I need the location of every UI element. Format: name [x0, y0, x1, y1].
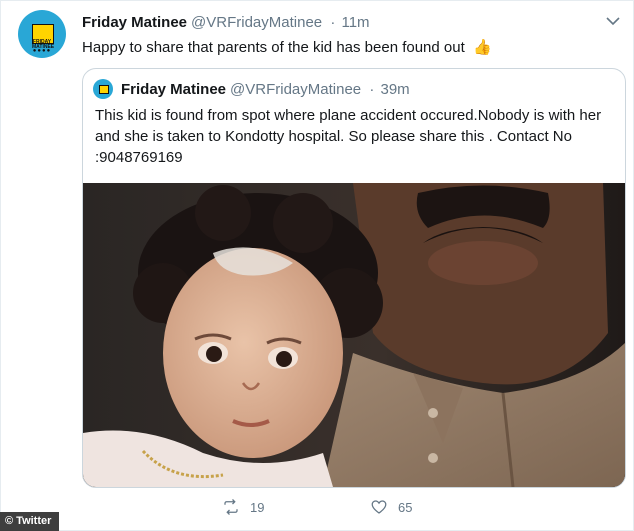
quoted-tweet[interactable]: Friday Matinee @VRFridayMatinee · 39m Thi… — [82, 68, 626, 488]
chevron-down-icon[interactable] — [606, 14, 620, 29]
like-action[interactable]: 65 — [370, 498, 412, 516]
quoted-tweet-text: This kid is found from spot where plane … — [95, 107, 602, 166]
quoted-tweet-time: 39m — [380, 81, 410, 98]
tweet-text: Happy to share that parents of the kid h… — [82, 39, 465, 56]
retweet-count: 19 — [250, 499, 265, 515]
author-avatar[interactable]: FRIDAY MATINEE ●●●● — [18, 10, 66, 58]
thumbs-up-icon: 👍 — [472, 39, 492, 56]
quoted-tweet-header: Friday Matinee @VRFridayMatinee · 39m — [121, 81, 410, 98]
tweet-body: Happy to share that parents of the kid h… — [82, 38, 492, 56]
quoted-author-avatar — [93, 79, 113, 99]
quoted-avatar-logo-icon — [99, 85, 109, 94]
quoted-tweet-photo[interactable] — [83, 183, 625, 487]
heart-icon — [371, 500, 387, 514]
quoted-author-name: Friday Matinee — [121, 81, 227, 98]
like-count: 65 — [398, 499, 413, 515]
avatar-dots-icon: ●●●● — [32, 48, 52, 54]
image-credit: © Twitter — [0, 512, 60, 531]
tweet-header: Friday Matinee @VRFridayMatinee · 11m — [82, 14, 370, 31]
retweet-action[interactable]: 19 — [222, 498, 264, 516]
separator-dot: · — [330, 14, 336, 31]
author-handle[interactable]: @VRFridayMatinee — [191, 14, 322, 31]
quoted-author-handle: @VRFridayMatinee — [230, 81, 362, 98]
tweet-time[interactable]: 11m — [341, 14, 369, 31]
child-and-man-photo — [83, 183, 625, 487]
author-name[interactable]: Friday Matinee — [82, 14, 187, 31]
quoted-separator-dot: · — [369, 81, 375, 98]
tweet-actions: 19 65 — [82, 498, 502, 520]
retweet-icon — [224, 499, 238, 515]
